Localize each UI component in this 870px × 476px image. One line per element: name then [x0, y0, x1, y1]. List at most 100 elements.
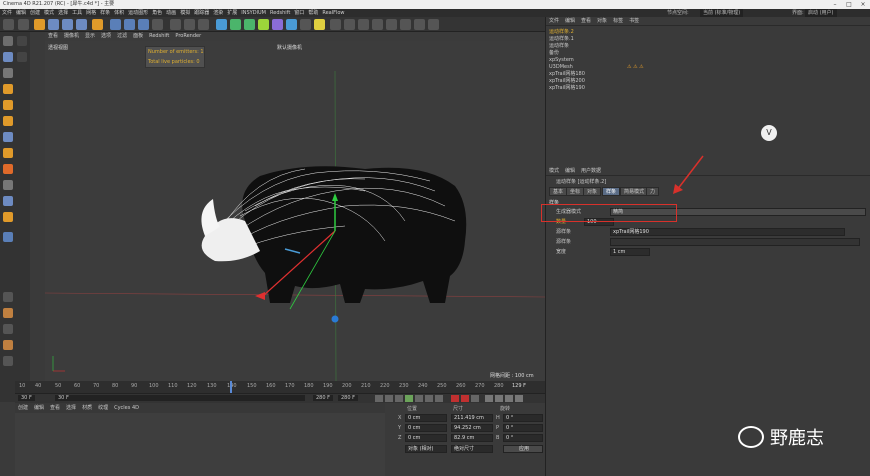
- object-row[interactable]: U3DMesh ⚠ ⚠ ⚠: [549, 64, 869, 71]
- material-menu-item[interactable]: Cycles 4D: [111, 403, 142, 413]
- viewport-menu-item[interactable]: 选项: [98, 32, 114, 41]
- timeline-ruler[interactable]: 10 40 50 60 70 80 90 100 110 120 130 140…: [15, 381, 545, 393]
- object-row[interactable]: xpTrail网格200: [549, 78, 869, 85]
- secondary-tool-icon[interactable]: [17, 36, 27, 46]
- render-settings-icon[interactable]: [198, 19, 209, 30]
- next-key-icon[interactable]: [425, 395, 433, 402]
- object-row[interactable]: 备份: [549, 50, 869, 57]
- object-menu-item[interactable]: 对象: [594, 17, 610, 26]
- menu-item[interactable]: 选择: [56, 9, 70, 17]
- timeline-icon[interactable]: [3, 356, 13, 366]
- pen-icon[interactable]: [230, 19, 241, 30]
- redshift-icon[interactable]: [330, 19, 341, 30]
- layout-select[interactable]: 启动 (用户): [805, 9, 837, 17]
- viewport-menu-item[interactable]: ProRender: [172, 32, 204, 41]
- material-menu-item[interactable]: 查看: [47, 403, 63, 413]
- 3d-viewport[interactable]: 透视视图 默认摄像机 Number of emitters: 1 Total l…: [45, 41, 545, 381]
- quantize-icon[interactable]: [3, 292, 13, 302]
- param-key-icon[interactable]: [515, 395, 523, 402]
- cube-icon[interactable]: [216, 19, 227, 30]
- camera-icon[interactable]: [300, 19, 311, 30]
- tab-basic[interactable]: 基本: [549, 187, 568, 196]
- menu-item[interactable]: 文件: [0, 9, 14, 17]
- material-menu-item[interactable]: 选择: [63, 403, 79, 413]
- object-menu-item[interactable]: 书签: [626, 17, 642, 26]
- secondary-tool-icon[interactable]: [17, 52, 27, 62]
- menu-item[interactable]: Redshift: [268, 9, 292, 17]
- preview-end-field[interactable]: 280 F: [313, 395, 334, 401]
- object-menu-item[interactable]: 编辑: [562, 17, 578, 26]
- close-icon[interactable]: ×: [856, 0, 870, 9]
- object-row[interactable]: xpTrail网格190: [549, 85, 869, 92]
- live-select-icon[interactable]: [34, 19, 45, 30]
- attribute-menu-item[interactable]: 用户数据: [578, 167, 604, 176]
- question-icon[interactable]: [400, 19, 411, 30]
- xp-icon[interactable]: [3, 196, 13, 206]
- mode-texture-icon[interactable]: [3, 52, 13, 62]
- redo-icon[interactable]: [18, 19, 29, 30]
- position-key-icon[interactable]: [485, 395, 493, 402]
- object-row[interactable]: xpSystem: [549, 57, 869, 64]
- menu-item[interactable]: 帮助: [306, 9, 320, 17]
- scale-icon[interactable]: [62, 19, 73, 30]
- emitter-icon[interactable]: [358, 19, 369, 30]
- rotation-key-icon[interactable]: [505, 395, 513, 402]
- rotation-b-field[interactable]: 0 °: [503, 434, 543, 442]
- menu-item[interactable]: 网格: [84, 9, 98, 17]
- material-menu-item[interactable]: 编辑: [31, 403, 47, 413]
- next-frame-icon[interactable]: [415, 395, 423, 402]
- material-menu-item[interactable]: 创建: [15, 403, 31, 413]
- menu-item[interactable]: RealFlow: [320, 9, 346, 17]
- menu-item[interactable]: 动画: [164, 9, 178, 17]
- snap-icon[interactable]: [3, 132, 13, 142]
- menu-item[interactable]: 运动图形: [126, 9, 150, 17]
- position-z-field[interactable]: 0 cm: [405, 434, 447, 442]
- attribute-menu-item[interactable]: 模式: [546, 167, 562, 176]
- modifier-icon[interactable]: [372, 19, 383, 30]
- trail-icon[interactable]: [414, 19, 425, 30]
- rotation-p-field[interactable]: 0 °: [503, 424, 543, 432]
- position-x-field[interactable]: 0 cm: [405, 414, 447, 422]
- source-spline-field[interactable]: xpTrail网格190: [610, 228, 845, 236]
- attribute-menu-item[interactable]: 编辑: [562, 167, 578, 176]
- menu-item[interactable]: 编辑: [14, 9, 28, 17]
- mode-edges-icon[interactable]: [3, 100, 13, 110]
- light-icon[interactable]: [314, 19, 325, 30]
- tab-spline[interactable]: 样条: [602, 187, 621, 196]
- menu-item[interactable]: 模式: [42, 9, 56, 17]
- soft-selection-icon[interactable]: [3, 212, 13, 222]
- minimize-icon[interactable]: –: [828, 0, 842, 9]
- width-field[interactable]: 1 cm: [610, 248, 650, 256]
- prev-key-icon[interactable]: [385, 395, 393, 402]
- go-end-icon[interactable]: [435, 395, 443, 402]
- viewport-menu-item[interactable]: 过滤: [114, 32, 130, 41]
- tab-coord[interactable]: 坐标: [566, 187, 585, 196]
- material-area[interactable]: [15, 413, 385, 476]
- rotate-icon[interactable]: [76, 19, 87, 30]
- object-row[interactable]: xpTrail网格180: [549, 71, 869, 78]
- size-y-field[interactable]: 94.252 cm: [451, 424, 493, 432]
- x-axis-icon[interactable]: [110, 19, 121, 30]
- menu-item[interactable]: 跟踪器: [192, 9, 211, 17]
- object-row[interactable]: 运动样条: [549, 43, 869, 50]
- position-y-field[interactable]: 0 cm: [405, 424, 447, 432]
- mode-points-icon[interactable]: [3, 84, 13, 94]
- coord-mode-select[interactable]: 对象 (相对): [405, 445, 447, 453]
- prev-frame-icon[interactable]: [395, 395, 403, 402]
- object-menu-item[interactable]: 标签: [610, 17, 626, 26]
- menu-item[interactable]: 体积: [112, 9, 126, 17]
- menu-item[interactable]: 创建: [28, 9, 42, 17]
- viewport-menu-item[interactable]: 显示: [82, 32, 98, 41]
- mode-workplane-icon[interactable]: [3, 68, 13, 78]
- viewport-menu-item[interactable]: 摄像机: [61, 32, 82, 41]
- coordinate-system-icon[interactable]: [152, 19, 163, 30]
- menu-item[interactable]: 工具: [70, 9, 84, 17]
- menu-item[interactable]: 扩展: [225, 9, 239, 17]
- axis-mode-icon[interactable]: [3, 148, 13, 158]
- menu-item[interactable]: INSYDIUM: [239, 9, 268, 17]
- mode-polygons-icon[interactable]: [3, 116, 13, 126]
- preview-start-field[interactable]: 30 F: [55, 395, 305, 401]
- object-row[interactable]: 运动样条.1: [549, 36, 869, 43]
- object-row[interactable]: 运动样条.2: [549, 29, 869, 36]
- menu-item[interactable]: 样条: [98, 9, 112, 17]
